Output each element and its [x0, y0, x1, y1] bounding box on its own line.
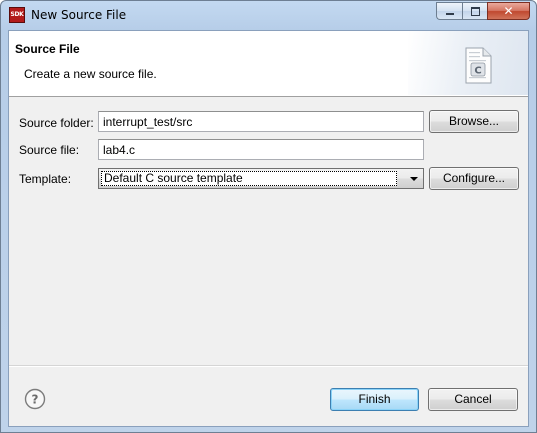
source-file-label: Source file: [19, 143, 80, 157]
maximize-icon [471, 7, 480, 16]
template-selected-value: Default C source template [101, 171, 397, 186]
footer-separator [9, 365, 528, 367]
question-mark-icon[interactable]: ? [24, 388, 46, 410]
dialog-client-area: Source File Create a new source file. C … [8, 30, 529, 427]
window-title: New Source File [31, 8, 127, 22]
template-dropdown[interactable]: Default C source template [98, 168, 424, 189]
sdk-app-icon: SDK [9, 7, 25, 23]
template-label: Template: [19, 172, 72, 186]
source-folder-field[interactable] [98, 111, 424, 132]
wizard-banner: Source File Create a new source file. C [9, 31, 528, 97]
chevron-down-icon[interactable] [405, 169, 423, 188]
banner-title: Source File [15, 42, 80, 56]
browse-button[interactable]: Browse... [429, 110, 519, 133]
title-bar[interactable]: SDK New Source File ✕ [1, 1, 536, 30]
window-controls: ✕ [436, 2, 530, 20]
source-folder-label: Source folder: [19, 116, 94, 130]
dialog-window: SDK New Source File ✕ Source File Create… [0, 0, 537, 433]
minimize-icon [446, 13, 454, 15]
finish-button[interactable]: Finish [330, 388, 419, 411]
svg-text:?: ? [32, 393, 39, 407]
cancel-button[interactable]: Cancel [428, 388, 518, 411]
minimize-button[interactable] [436, 2, 462, 20]
c-source-file-icon: C [465, 47, 492, 84]
source-file-field[interactable] [98, 139, 424, 160]
configure-button[interactable]: Configure... [429, 167, 519, 190]
banner-description: Create a new source file. [24, 67, 157, 81]
close-icon: ✕ [503, 4, 514, 18]
maximize-button[interactable] [462, 2, 487, 20]
c-letter: C [474, 66, 481, 77]
close-button[interactable]: ✕ [487, 2, 530, 20]
